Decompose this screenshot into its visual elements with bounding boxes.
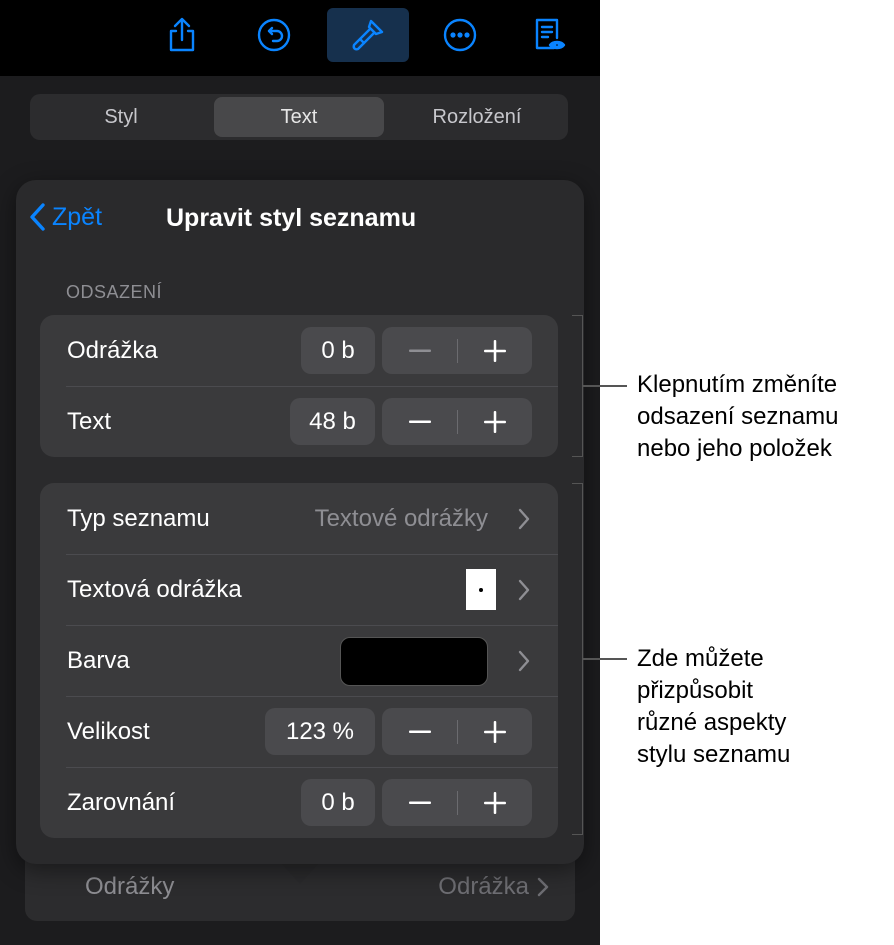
share-button[interactable] <box>150 8 214 62</box>
format-tabs: Styl Text Rozložení <box>30 94 568 140</box>
alignment-row: Zarovnání 0 b <box>40 767 558 838</box>
plus-icon <box>483 720 506 743</box>
undo-button[interactable] <box>242 8 306 62</box>
increment-button[interactable] <box>457 708 532 755</box>
callout-line: různé aspekty <box>637 709 787 736</box>
indent-callout-bracket <box>572 315 583 457</box>
chevron-right-icon <box>518 508 530 530</box>
callout-line: Zde můžete <box>637 645 764 672</box>
plus-icon <box>483 410 506 433</box>
indent-bullet-row: Odrážka 0 b <box>40 315 558 386</box>
plus-icon <box>483 339 506 362</box>
list-type-value: Textové odrážky <box>314 505 488 532</box>
style-callout: Zde můžete přizpůsobit různé aspekty sty… <box>637 643 790 771</box>
tab-rozlozeni[interactable]: Rozložení <box>389 97 565 137</box>
bullets-row-label: Odrážky <box>85 873 175 900</box>
chevron-right-icon <box>518 650 530 672</box>
bullet-dot <box>479 587 483 592</box>
indent-text-stepper <box>382 398 532 445</box>
list-style-group: Typ seznamu Textové odrážky Textová odrá… <box>40 483 558 838</box>
ipad-screen: Styl Text Rozložení Odrážky Odrážka Zpět… <box>0 0 600 945</box>
tab-text[interactable]: Text <box>214 97 384 137</box>
alignment-value[interactable]: 0 b <box>301 779 375 826</box>
color-label: Barva <box>67 647 130 674</box>
style-callout-bracket <box>572 483 583 835</box>
share-icon <box>169 17 195 52</box>
chevron-left-icon <box>30 203 45 231</box>
popover-title: Upravit styl seznamu <box>166 204 417 232</box>
size-label: Velikost <box>67 718 150 745</box>
indent-bullet-stepper <box>382 327 532 374</box>
more-icon <box>443 18 477 52</box>
tab-styl[interactable]: Styl <box>33 97 209 137</box>
callout-line: Klepnutím změníte <box>637 371 838 398</box>
bullets-row-value-text: Odrážka <box>438 873 529 900</box>
color-row[interactable]: Barva <box>40 625 558 696</box>
indent-callout: Klepnutím změníte odsazení seznamu nebo … <box>637 369 838 465</box>
indent-text-row: Text 48 b <box>40 386 558 457</box>
chevron-right-icon <box>518 579 530 601</box>
indent-text-value[interactable]: 48 b <box>290 398 375 445</box>
alignment-label: Zarovnání <box>67 789 176 816</box>
alignment-stepper <box>382 779 532 826</box>
increment-button[interactable] <box>457 327 532 374</box>
text-bullet-row[interactable]: Textová odrážka <box>40 554 558 625</box>
decrement-button[interactable] <box>382 398 457 445</box>
minus-icon <box>408 420 431 423</box>
back-label: Zpět <box>52 202 103 231</box>
increment-button[interactable] <box>457 779 532 826</box>
indent-bullet-value[interactable]: 0 b <box>301 327 375 374</box>
color-swatch <box>340 637 488 686</box>
edit-list-style-popover: Zpět Upravit styl seznamu ODSAZENÍ Odráž… <box>16 180 584 864</box>
toolbar <box>0 0 600 76</box>
back-button[interactable]: Zpět <box>28 202 102 232</box>
indent-callout-line <box>583 385 627 387</box>
callout-line: přizpůsobit <box>637 677 754 704</box>
minus-icon <box>408 801 431 804</box>
format-button[interactable] <box>327 8 409 62</box>
indent-section-label: ODSAZENÍ <box>66 282 163 302</box>
style-callout-line <box>583 658 627 660</box>
decrement-button[interactable] <box>382 708 457 755</box>
text-bullet-label: Textová odrážka <box>67 576 242 603</box>
callout-line: stylu seznamu <box>637 741 791 768</box>
list-type-row[interactable]: Typ seznamu Textové odrážky <box>40 483 558 554</box>
reader-view-button[interactable] <box>516 8 580 62</box>
paintbrush-icon <box>352 19 384 51</box>
chevron-right-icon <box>537 877 549 897</box>
bullet-preview <box>466 569 496 610</box>
decrement-button[interactable] <box>382 779 457 826</box>
popover-arrow <box>280 862 320 884</box>
minus-icon <box>408 730 431 733</box>
callout-line: odsazení seznamu <box>637 403 839 430</box>
reader-view-icon <box>535 18 566 50</box>
increment-button[interactable] <box>457 398 532 445</box>
minus-icon <box>408 349 431 352</box>
size-stepper <box>382 708 532 755</box>
decrement-button[interactable] <box>382 327 457 374</box>
more-button[interactable] <box>428 8 492 62</box>
list-type-label: Typ seznamu <box>67 505 210 532</box>
indent-text-label: Text <box>67 408 112 435</box>
size-row: Velikost 123 % <box>40 696 558 767</box>
indent-bullet-label: Odrážka <box>67 337 158 364</box>
undo-icon <box>257 18 291 52</box>
callout-line: nebo jeho položek <box>637 435 832 462</box>
plus-icon <box>483 791 506 814</box>
indent-group: Odrážka 0 b Text 48 b <box>40 315 558 457</box>
size-value[interactable]: 123 % <box>265 708 375 755</box>
bullets-row-value: Odrážka <box>438 873 549 901</box>
